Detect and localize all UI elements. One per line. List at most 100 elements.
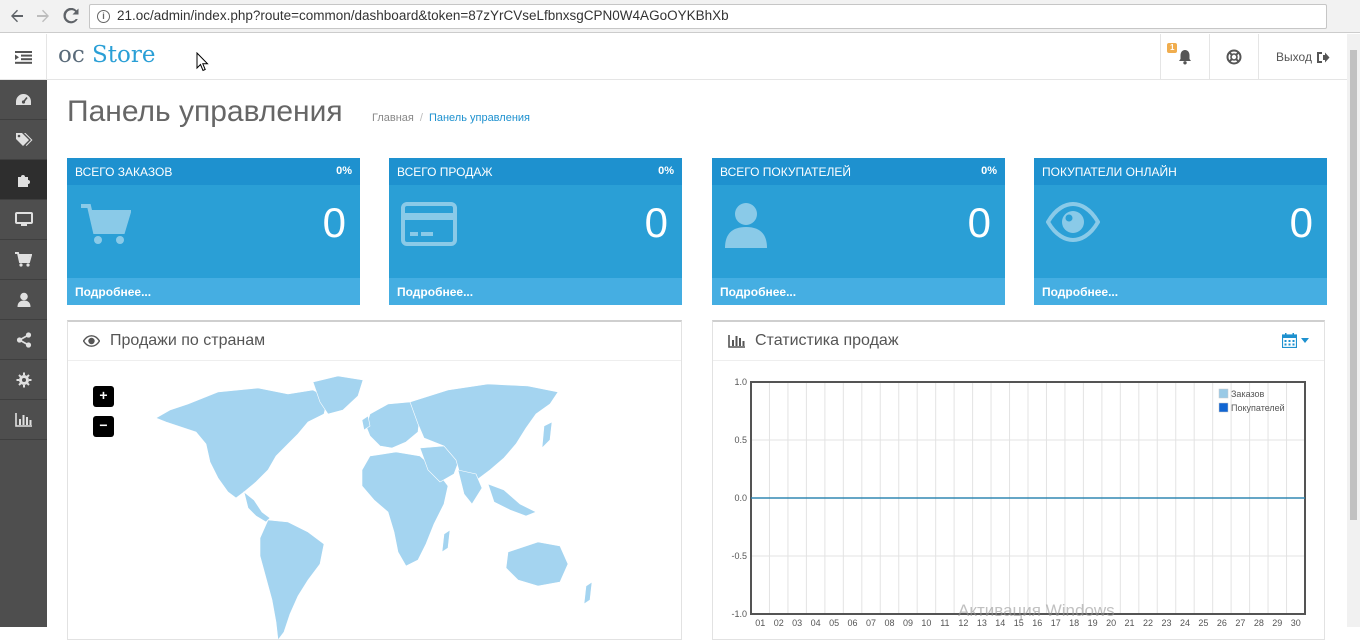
tile-header: ВСЕГО ПРОДАЖ 0%: [389, 158, 682, 185]
back-arrow-icon[interactable]: [6, 5, 28, 27]
indent-icon: [14, 50, 32, 64]
breadcrumb-current[interactable]: Панель управления: [429, 112, 530, 124]
chart-legend-swatch: [1218, 402, 1229, 413]
panel-header: Продажи по странам: [68, 322, 681, 361]
tags-icon: [15, 132, 32, 146]
tile-title: ВСЕГО ЗАКАЗОВ: [75, 165, 173, 179]
info-icon[interactable]: i: [97, 10, 110, 23]
ocstore-logo[interactable]: oc Store: [58, 42, 156, 68]
chart-y-tick-label: -0.5: [731, 551, 747, 561]
sidebar-item-marketing[interactable]: [0, 320, 47, 360]
scrollbar-thumb[interactable]: [1350, 50, 1357, 520]
page-title: Панель управления: [67, 95, 343, 128]
life-ring-icon: [1226, 49, 1242, 65]
sales-chart: 1.00.50.0-0.5-1.001 02 03 04 05 06 07 08 09 10 11 1…: [731, 377, 1306, 628]
reload-icon[interactable]: [60, 5, 82, 27]
tile-body: 0: [389, 185, 682, 278]
address-bar[interactable]: i 21.oc/admin/index.php?route=common/das…: [89, 4, 1327, 29]
tile-more-link[interactable]: Подробнее...: [67, 278, 360, 305]
tile-total-sales: ВСЕГО ПРОДАЖ 0% 0 Подробнее...: [389, 158, 682, 305]
notifications-badge: 1: [1167, 43, 1178, 53]
cog-icon: [16, 372, 31, 387]
tile-value: 0: [1289, 199, 1313, 246]
sidebar-item-extensions[interactable]: [0, 160, 47, 200]
tile-header: ВСЕГО ЗАКАЗОВ 0%: [67, 158, 360, 185]
tile-more-link[interactable]: Подробнее...: [389, 278, 682, 305]
url-text: 21.oc/admin/index.php?route=common/dashb…: [117, 8, 729, 23]
sales-statistics-panel: Статистика продаж 1.0 0.5 0.0 -0.5 -1.0 01 02 0…: [712, 320, 1325, 640]
chart-y-tick-label: 0.5: [734, 435, 747, 445]
map-zoom-in-button[interactable]: +: [93, 386, 114, 407]
notifications-button[interactable]: 1: [1160, 34, 1209, 80]
tile-value: 0: [322, 199, 346, 246]
help-button[interactable]: [1209, 34, 1258, 80]
sidebar-item-dashboard[interactable]: [0, 80, 47, 120]
tile-value: 0: [967, 199, 991, 246]
tile-percent: 0%: [658, 165, 674, 177]
sales-by-country-panel: Продажи по странам + −: [67, 320, 682, 640]
tile-title: ПОКУПАТЕЛИ ОНЛАЙН: [1042, 165, 1177, 179]
tile-body: 0: [1034, 185, 1327, 278]
map-region-madagascar[interactable]: [441, 529, 451, 553]
sidebar-item-reports[interactable]: [0, 400, 47, 440]
user-icon: [725, 203, 767, 248]
tile-percent: 0%: [981, 165, 997, 177]
logout-label: Выход: [1276, 50, 1312, 64]
tile-value: 0: [644, 199, 668, 246]
mouse-cursor-icon: [196, 52, 209, 72]
cart-icon: [15, 252, 32, 267]
map-region-central-america[interactable]: [243, 491, 271, 523]
browser-toolbar: i 21.oc/admin/index.php?route=common/das…: [0, 0, 1360, 33]
bar-chart-icon: [728, 334, 745, 348]
sidebar: [0, 80, 47, 627]
tile-customers-online: ПОКУПАТЕЛИ ОНЛАЙН 0 Подробнее...: [1034, 158, 1327, 305]
map-region-north-america[interactable]: [155, 387, 329, 499]
tile-more-link[interactable]: Подробнее...: [1034, 278, 1327, 305]
caret-down-icon: [1301, 338, 1309, 343]
sidebar-item-sales[interactable]: [0, 240, 47, 280]
tile-title: ВСЕГО ПРОДАЖ: [397, 165, 493, 179]
sign-out-icon: [1316, 51, 1330, 63]
tile-header: ПОКУПАТЕЛИ ОНЛАЙН: [1034, 158, 1327, 185]
scrollbar[interactable]: [1347, 34, 1360, 627]
sidebar-item-design[interactable]: [0, 200, 47, 240]
desktop-icon: [14, 212, 33, 226]
date-range-dropdown[interactable]: [1282, 333, 1309, 348]
sidebar-item-customers[interactable]: [0, 280, 47, 320]
tile-header: ВСЕГО ПОКУПАТЕЛЕЙ 0%: [712, 158, 1005, 185]
tile-title: ВСЕГО ПОКУПАТЕЛЕЙ: [720, 165, 852, 179]
main-content: Панель управления Главная / Панель управле…: [47, 80, 1347, 640]
shopping-cart-icon: [81, 204, 131, 244]
logo-name: Store: [92, 42, 156, 68]
tile-total-orders: ВСЕГО ЗАКАЗОВ 0% 0 Подробнее...: [67, 158, 360, 305]
tile-more-link[interactable]: Подробнее...: [712, 278, 1005, 305]
puzzle-icon: [17, 174, 30, 187]
chart-legend-label: Покупателей: [1231, 403, 1285, 413]
windows-activation-watermark: Активация Windows: [958, 601, 1115, 620]
share-icon: [16, 331, 31, 348]
tile-total-customers: ВСЕГО ПОКУПАТЕЛЕЙ 0% 0 Подробнее...: [712, 158, 1005, 305]
menu-toggle-button[interactable]: [0, 34, 47, 80]
app-header: oc Store 1 Выход: [0, 34, 1347, 80]
map-region-australia[interactable]: [505, 541, 569, 587]
logo-prefix: oc: [58, 42, 85, 68]
breadcrumb-home[interactable]: Главная: [372, 112, 414, 124]
chart-legend-label: Заказов: [1231, 389, 1265, 399]
map-zoom-out-button[interactable]: −: [93, 416, 114, 437]
calendar-icon: [1282, 333, 1297, 348]
user-icon: [17, 292, 30, 307]
breadcrumb-separator: /: [419, 112, 423, 124]
map-region-south-america[interactable]: [259, 519, 325, 640]
sidebar-item-system[interactable]: [0, 360, 47, 400]
sidebar-item-catalog[interactable]: [0, 120, 47, 160]
map-region-europe[interactable]: [365, 401, 421, 449]
logout-button[interactable]: Выход: [1258, 34, 1347, 80]
map-region-new-zealand[interactable]: [583, 581, 593, 605]
map-region-southeast-asia[interactable]: [487, 483, 537, 517]
dashboard-icon: [16, 93, 31, 105]
map-region-japan[interactable]: [541, 421, 553, 449]
chart-y-tick-label: 1.0: [734, 377, 747, 387]
panel-header: Статистика продаж: [713, 322, 1324, 361]
world-map[interactable]: [148, 374, 618, 640]
forward-arrow-icon[interactable]: [32, 5, 54, 27]
